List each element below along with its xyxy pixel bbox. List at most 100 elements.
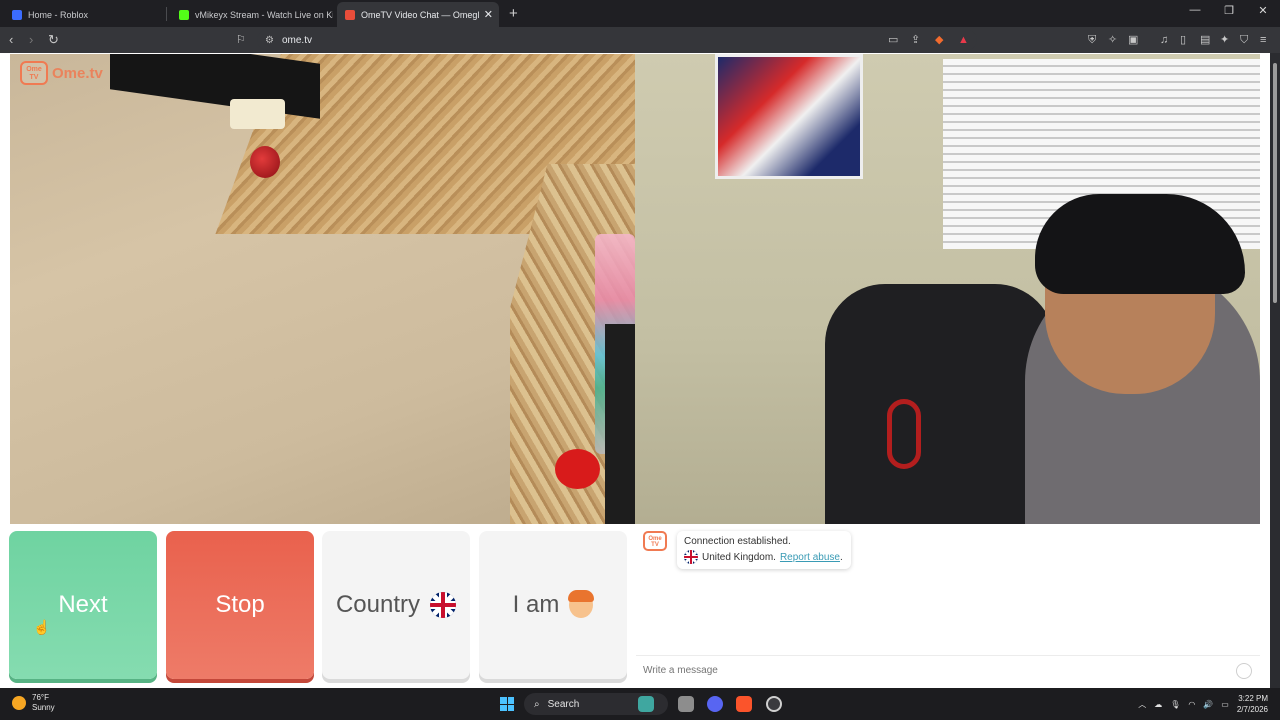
date: 2/7/2026 bbox=[1236, 705, 1268, 714]
forward-icon[interactable]: › bbox=[29, 32, 33, 48]
tab-title: vMikeyx Stream - Watch Live on Kick bbox=[195, 9, 333, 20]
tab-kick[interactable]: vMikeyx Stream - Watch Live on Kick bbox=[171, 2, 333, 27]
leo-ai-icon[interactable]: ✦ bbox=[1220, 32, 1229, 48]
close-window-icon[interactable]: ✕ bbox=[1246, 4, 1280, 17]
volume-icon[interactable]: 🔊 bbox=[1203, 700, 1213, 709]
tab-separator bbox=[166, 6, 167, 21]
local-video: Ome TV Ome.tv bbox=[10, 54, 635, 524]
message-input[interactable] bbox=[643, 665, 1223, 676]
stranger-country: United Kingdom. bbox=[702, 551, 776, 563]
microphone-icon[interactable]: 🎙 bbox=[1170, 700, 1180, 709]
cast-icon[interactable]: ▭ bbox=[888, 32, 898, 48]
kick-favicon-icon bbox=[179, 9, 189, 20]
media-icon[interactable]: ♫ bbox=[1160, 32, 1168, 48]
roblox-favicon-icon bbox=[12, 9, 22, 20]
file-explorer-icon[interactable] bbox=[678, 696, 694, 712]
remote-scene-chair-accent bbox=[887, 399, 921, 469]
time: 3:22 PM bbox=[1238, 694, 1268, 703]
minimize-icon[interactable]: — bbox=[1178, 4, 1212, 17]
uk-flag-icon bbox=[684, 550, 698, 564]
wallet-icon[interactable]: ▣ bbox=[1128, 32, 1138, 48]
system-tray: ︿ ☁ 🎙 ◠ 🔊 ▭ 3:22 PM 2/7/2026 bbox=[1138, 688, 1280, 720]
video-scene-lamp bbox=[230, 99, 285, 129]
tab-strip: Home - Roblox vMikeyx Stream - Watch Liv… bbox=[0, 0, 1280, 27]
restore-icon[interactable]: ❐ bbox=[1212, 4, 1246, 17]
report-abuse-link[interactable]: Report abuse bbox=[780, 552, 840, 563]
tab-roblox[interactable]: Home - Roblox bbox=[4, 2, 166, 27]
page-scrollbar[interactable] bbox=[1270, 53, 1280, 688]
temperature: 76°F bbox=[32, 693, 49, 702]
gender-button-label: I am bbox=[512, 591, 560, 618]
discord-icon[interactable] bbox=[707, 696, 723, 712]
rewards-icon[interactable]: ▲ bbox=[958, 32, 969, 48]
tab-ometv[interactable]: OmeTV Video Chat — Omegl ✕ bbox=[337, 2, 499, 27]
report-suffix: . bbox=[839, 551, 843, 563]
windows-taskbar: 76°F Sunny ⌕ Search ︿ ☁ 🎙 ◠ 🔊 ▭ 3:22 PM … bbox=[0, 688, 1280, 720]
next-button[interactable]: Next bbox=[9, 531, 157, 679]
next-button-label: Next bbox=[58, 591, 108, 618]
weather-widget[interactable]: 76°F Sunny bbox=[12, 693, 55, 713]
window-controls: — ❐ ✕ bbox=[1178, 4, 1280, 17]
remote-scene-chair bbox=[825, 284, 1055, 524]
sidebar-icon[interactable]: ▯ bbox=[1180, 32, 1186, 48]
stranger-country-line: United Kingdom. Report abuse. bbox=[684, 550, 844, 564]
video-scene-shelf bbox=[605, 324, 635, 524]
country-button[interactable]: Country bbox=[322, 531, 470, 679]
extensions-icon[interactable]: ✧ bbox=[1108, 32, 1117, 48]
remote-scene-person-hair bbox=[1035, 194, 1245, 294]
boy-avatar-icon bbox=[568, 590, 595, 618]
bookmark-icon[interactable]: ⚐ bbox=[236, 32, 246, 48]
remote-scene-poster bbox=[715, 54, 863, 179]
country-button-label: Country bbox=[335, 591, 421, 618]
sun-icon bbox=[12, 696, 26, 710]
ometv-chat-logo: Ome TV bbox=[643, 531, 667, 551]
url-text: ome.tv bbox=[281, 34, 312, 46]
weather-condition: Sunny bbox=[32, 703, 55, 712]
plus-icon[interactable]: + bbox=[509, 5, 518, 22]
system-message: Connection established. United Kingdom. … bbox=[677, 531, 851, 569]
battery-icon[interactable]: ▭ bbox=[1221, 700, 1229, 709]
stop-button[interactable]: Stop bbox=[166, 531, 314, 679]
vpn-icon[interactable]: ⛨ bbox=[1088, 32, 1096, 48]
chat-panel: Ome TV Connection established. United Ki… bbox=[636, 525, 1260, 688]
brave-icon[interactable] bbox=[736, 696, 752, 712]
close-tab-icon[interactable]: ✕ bbox=[484, 8, 493, 21]
shield-icon[interactable]: ⛉ bbox=[1240, 32, 1248, 48]
ometv-favicon-icon bbox=[345, 9, 355, 20]
uk-flag-icon bbox=[430, 592, 457, 618]
tab-title: OmeTV Video Chat — Omegl bbox=[361, 9, 480, 20]
app-icon[interactable] bbox=[766, 696, 782, 712]
site-settings-icon[interactable]: ⚙ bbox=[265, 35, 274, 46]
tab-title: Home - Roblox bbox=[28, 9, 89, 20]
ometv-page: Ome TV Ome.tv Next Stop Country I am ☝ O… bbox=[0, 53, 1270, 688]
ometv-logo-badge: Ome TV bbox=[20, 61, 48, 85]
brave-shields-icon[interactable]: ◆ bbox=[935, 32, 943, 48]
wifi-icon[interactable]: ◠ bbox=[1188, 700, 1195, 709]
remote-video bbox=[635, 54, 1260, 524]
ometv-logo: Ome TV Ome.tv bbox=[20, 61, 103, 85]
taskbar-search-label: Search bbox=[547, 698, 580, 710]
menu-icon[interactable]: ≡ bbox=[1260, 32, 1266, 48]
chevron-up-icon[interactable]: ︿ bbox=[1138, 699, 1146, 710]
start-icon[interactable] bbox=[500, 697, 514, 711]
wallet-card-icon[interactable]: ▤ bbox=[1200, 32, 1210, 48]
ometv-logo-text: Ome.tv bbox=[52, 64, 103, 82]
share-icon[interactable]: ⇪ bbox=[911, 32, 920, 48]
back-icon[interactable]: ‹ bbox=[9, 32, 13, 48]
gender-button[interactable]: I am bbox=[479, 531, 627, 679]
search-icon: ⌕ bbox=[534, 698, 540, 710]
reload-icon[interactable]: ↻ bbox=[48, 32, 59, 48]
onedrive-icon[interactable]: ☁ bbox=[1154, 700, 1162, 709]
scrollbar-thumb[interactable] bbox=[1273, 63, 1277, 303]
video-scene-red-object bbox=[555, 449, 600, 489]
connection-status: Connection established. bbox=[684, 536, 791, 547]
video-scene-ornament bbox=[250, 146, 280, 178]
clock[interactable]: 3:22 PM 2/7/2026 bbox=[1237, 693, 1268, 715]
emoji-icon[interactable] bbox=[1236, 663, 1252, 679]
message-input-bar bbox=[636, 655, 1260, 685]
browser-toolbar: ‹ › ↻ ⚐ ⚙ ome.tv ▭ ⇪ ◆ ▲ ⛨ ✧ ▣ ♫ ▯ ▤ ✦ ⛉… bbox=[0, 27, 1280, 53]
mouse-pointer-icon: ☝ bbox=[33, 619, 51, 635]
stop-button-label: Stop bbox=[215, 591, 265, 618]
address-bar[interactable]: ⚙ ome.tv bbox=[257, 30, 977, 50]
widget-icon[interactable] bbox=[638, 696, 654, 712]
